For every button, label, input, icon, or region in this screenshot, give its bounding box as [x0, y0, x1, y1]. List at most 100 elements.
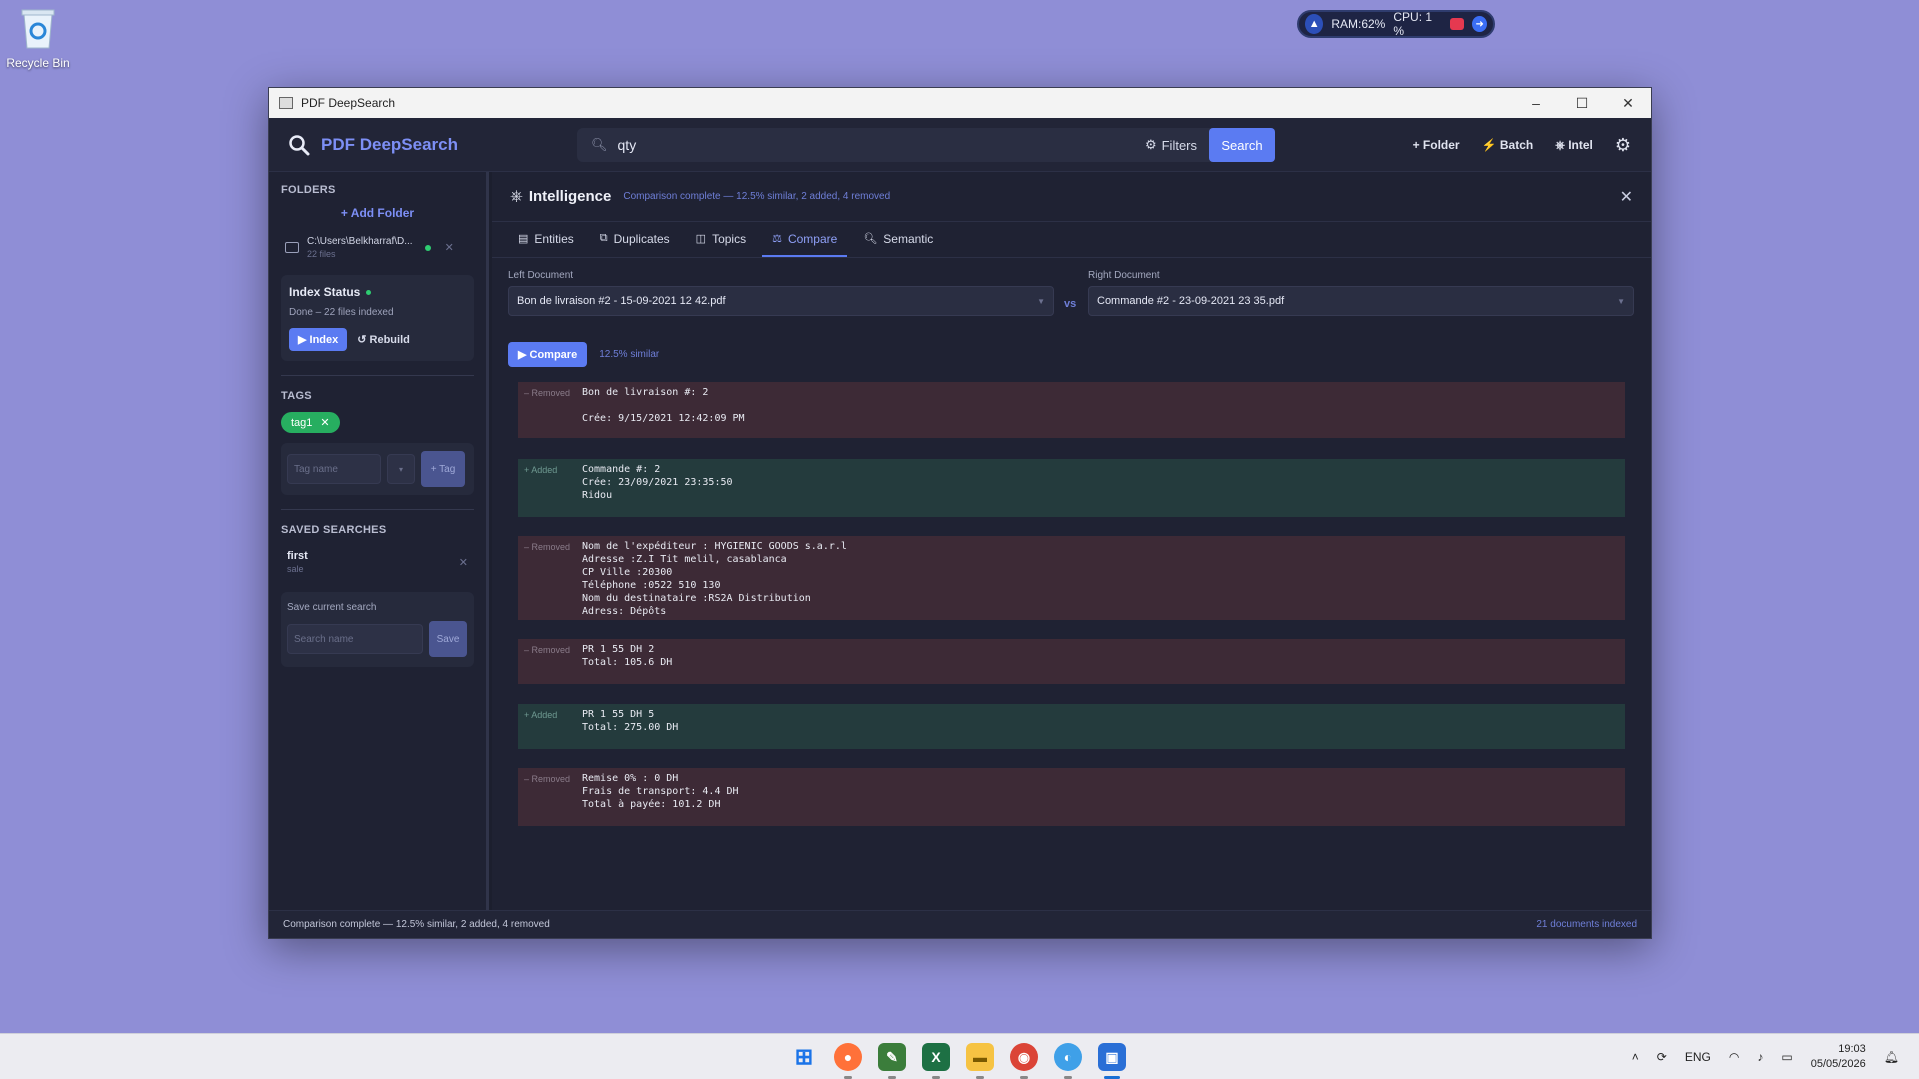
- tab-duplicates[interactable]: ⧉ Duplicates: [590, 222, 680, 257]
- add-folder-link[interactable]: + Add Folder: [281, 206, 474, 220]
- minimize-button[interactable]: –: [1513, 88, 1559, 118]
- diff-text: Nom de l'expéditeur : HYGIENIC GOODS s.a…: [582, 541, 847, 617]
- close-window-button[interactable]: ✕: [1605, 88, 1651, 118]
- recycle-bin-label: Recycle Bin: [6, 56, 70, 70]
- chevron-down-icon: ▼: [1617, 296, 1625, 306]
- settings-icon[interactable]: ⚙: [1615, 135, 1631, 156]
- close-panel-icon[interactable]: ✕: [1620, 187, 1633, 207]
- search-button[interactable]: Search: [1209, 128, 1275, 162]
- index-status-card: Index Status Done – 22 files indexed ▶ I…: [281, 275, 474, 361]
- saved-search-item[interactable]: first sale ✕: [281, 546, 474, 578]
- taskbar-apps: ⊞ ● ✎ X ▬ ◉ ◐ ▣: [790, 1034, 1126, 1079]
- right-document-label: Right Document: [1088, 270, 1160, 281]
- chevron-up-icon[interactable]: ˄: [1632, 1050, 1639, 1064]
- left-document-label: Left Document: [508, 270, 574, 281]
- header-actions: + Folder ⚡ Batch ⎈ Intel ⚙: [1413, 118, 1631, 172]
- tag-chip[interactable]: tag1 ✕: [281, 412, 340, 433]
- compare-button[interactable]: ▶ Compare: [508, 342, 588, 367]
- tag-label: tag1: [291, 416, 313, 429]
- excel-icon[interactable]: X: [922, 1043, 950, 1079]
- diff-block: – Removed Bon de livraison #: 2 Crée: 9/…: [518, 382, 1625, 438]
- recycle-bin[interactable]: Recycle Bin: [6, 6, 70, 70]
- volume-icon[interactable]: ♪: [1757, 1050, 1763, 1064]
- firefox-icon[interactable]: ●: [834, 1043, 862, 1079]
- record-icon[interactable]: [1449, 18, 1465, 30]
- remove-saved-search-icon[interactable]: ✕: [459, 556, 468, 569]
- diff-text: Bon de livraison #: 2 Crée: 9/15/2021 12…: [582, 387, 745, 424]
- arrow-right-icon[interactable]: ➜: [1472, 16, 1487, 32]
- search-input[interactable]: qty: [618, 137, 1145, 153]
- documents-indexed-count: 21 documents indexed: [1536, 919, 1637, 930]
- folder-status-dot: [424, 244, 431, 251]
- tab-label: Topics: [712, 231, 747, 246]
- edge-icon[interactable]: ◐: [1054, 1043, 1082, 1079]
- index-button[interactable]: ▶ Index: [289, 328, 348, 351]
- intel-button[interactable]: ⎈ Intel: [1555, 138, 1593, 153]
- system-tray: ˄ ⟳ ENG ◠ ♪ ▭ 19:03 05/05/2026 🔔︎: [1632, 1034, 1899, 1079]
- folder-icon: [285, 242, 299, 253]
- folders-title: FOLDERS: [281, 184, 336, 196]
- remove-folder-icon[interactable]: ✕: [445, 241, 454, 254]
- clock-date: 05/05/2026: [1810, 1058, 1866, 1070]
- clock-time: 19:03: [1838, 1043, 1866, 1055]
- notification-icon[interactable]: 🔔︎: [1884, 1050, 1899, 1064]
- tab-label: Semantic: [883, 231, 934, 246]
- status-bar: Comparison complete — 12.5% similar, 2 a…: [269, 910, 1651, 938]
- sync-icon[interactable]: ⟳: [1657, 1050, 1667, 1064]
- intelligence-header: ⎈ Intelligence Comparison complete — 12.…: [492, 172, 1651, 222]
- file-explorer-icon[interactable]: ▬: [966, 1043, 994, 1079]
- notepad-icon[interactable]: ✎: [878, 1043, 906, 1079]
- clock[interactable]: 19:03 05/05/2026: [1811, 1042, 1866, 1072]
- app-window: PDF DeepSearch – ☐ ✕ PDF DeepSearch 🔍︎ q…: [268, 87, 1652, 939]
- save-search-button[interactable]: Save: [429, 621, 467, 657]
- brain-icon: ⎈: [510, 187, 523, 205]
- window-titlebar[interactable]: PDF DeepSearch – ☐ ✕: [269, 88, 1651, 118]
- diff-block: – Removed Remise 0% : 0 DH Frais de tran…: [518, 768, 1625, 826]
- diff-kind-label: – Removed: [524, 388, 571, 398]
- batch-button[interactable]: ⚡ Batch: [1482, 138, 1534, 152]
- tab-semantic[interactable]: 🔍︎ Semantic: [853, 222, 943, 257]
- filters-button[interactable]: ⚙ Filters: [1145, 137, 1197, 153]
- windows-start-icon[interactable]: ⊞: [790, 1043, 818, 1071]
- search-name-input[interactable]: Search name: [287, 624, 423, 654]
- entities-icon: ▤: [518, 233, 529, 245]
- intelligence-tabs: ▤ Entities ⧉ Duplicates ◫ Topics ⚖ Compare 🔍…: [492, 222, 1651, 258]
- chrome-icon[interactable]: ◉: [1010, 1043, 1038, 1079]
- language-indicator[interactable]: ENG: [1685, 1050, 1711, 1064]
- wifi-icon[interactable]: ◠: [1729, 1050, 1739, 1064]
- scale-icon: ⚖: [772, 233, 782, 245]
- maximize-button[interactable]: ☐: [1559, 88, 1605, 118]
- index-status-dot: [366, 289, 372, 295]
- diff-kind-label: – Removed: [524, 774, 571, 784]
- remove-tag-icon[interactable]: ✕: [320, 416, 329, 429]
- diff-block: – Removed Nom de l'expéditeur : HYGIENIC…: [518, 536, 1625, 620]
- diff-kind-label: + Added: [524, 465, 558, 475]
- left-document-value: Bon de livraison #2 - 15-09-2021 12 42.p…: [517, 295, 726, 307]
- intelligence-title: Intelligence: [528, 188, 612, 205]
- saved-search-name: first: [287, 550, 308, 562]
- pdf-deepsearch-taskbar-icon[interactable]: ▣: [1098, 1043, 1126, 1079]
- taskbar: ⊞ ● ✎ X ▬ ◉ ◐ ▣ ˄ ⟳ ENG ◠ ♪ ▭ 19:03 05/0…: [0, 1033, 1919, 1079]
- add-tag-button[interactable]: + Tag: [421, 451, 465, 487]
- tag-name-input[interactable]: Tag name: [287, 454, 381, 484]
- system-monitor[interactable]: ▲ RAM:62% CPU: 1 % ➜: [1297, 10, 1495, 38]
- tab-entities[interactable]: ▤ Entities: [508, 222, 584, 257]
- tab-label: Compare: [787, 231, 838, 246]
- right-document-select[interactable]: Commande #2 - 23-09-2021 23 35.pdf ▼: [1088, 286, 1634, 316]
- chevron-down-icon: ▼: [1037, 296, 1045, 306]
- folder-path: C:\Users\Belkharraf\D...: [307, 236, 413, 247]
- save-search-card: Save current search Search name Save: [281, 592, 474, 667]
- battery-icon[interactable]: ▭: [1781, 1050, 1792, 1064]
- tag-color-select[interactable]: ▾: [387, 454, 415, 484]
- add-folder-button[interactable]: + Folder: [1413, 138, 1460, 152]
- left-document-select[interactable]: Bon de livraison #2 - 15-09-2021 12 42.p…: [508, 286, 1054, 316]
- folder-item[interactable]: C:\Users\Belkharraf\D... 22 files ✕: [281, 234, 474, 261]
- rocket-icon: ▲: [1305, 14, 1324, 34]
- sidebar: FOLDERS + Add Folder C:\Users\Belkharraf…: [269, 172, 489, 912]
- tab-label: Entities: [534, 231, 574, 246]
- rebuild-button[interactable]: ↺ Rebuild: [357, 333, 410, 346]
- intelligence-panel: ⎈ Intelligence Comparison complete — 12.…: [492, 172, 1651, 912]
- tab-topics[interactable]: ◫ Topics: [686, 222, 756, 257]
- tab-compare[interactable]: ⚖ Compare: [762, 222, 848, 257]
- similarity-value: 12.5% similar: [599, 349, 660, 360]
